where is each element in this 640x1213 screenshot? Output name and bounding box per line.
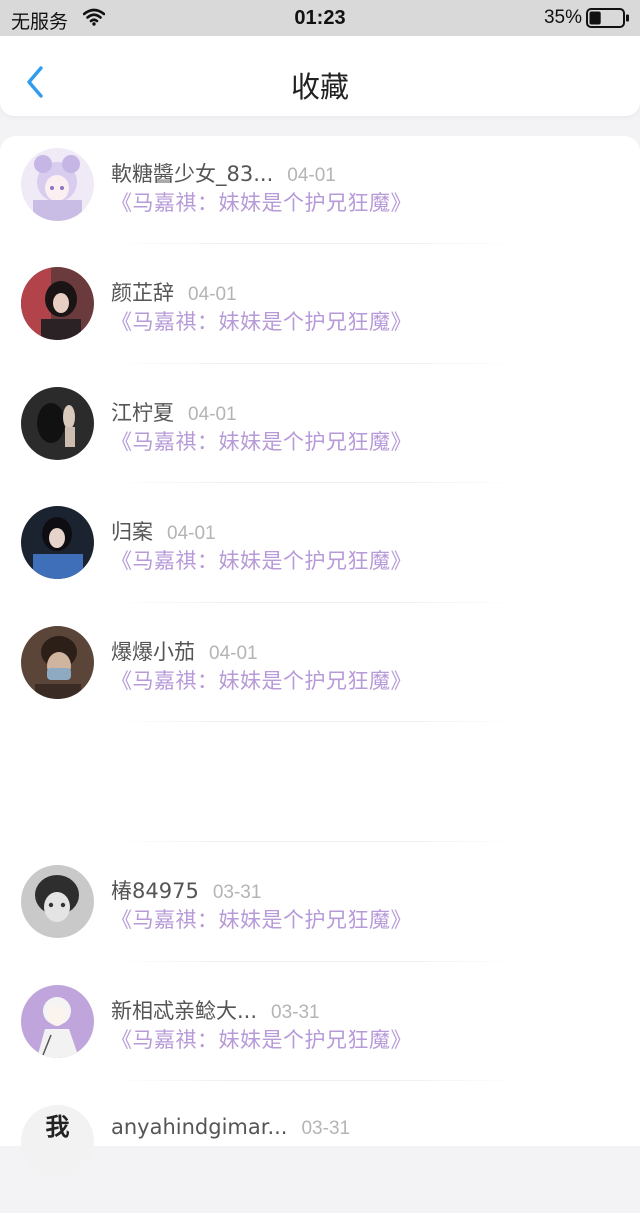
favorite-item[interactable]: 归案 04-01 《马嘉祺：妹妹是个护兄狂魔》 <box>0 494 640 614</box>
divider <box>110 841 520 842</box>
date: 03-31 <box>212 882 262 903</box>
favorite-item[interactable]: 軟糖醬少女_83... 04-01 《马嘉祺：妹妹是个护兄狂魔》 <box>0 136 640 256</box>
battery-percentage: 35% <box>543 7 582 28</box>
user-name-text: 颜芷辞 <box>111 281 174 305</box>
user-name-text: 归案 <box>111 520 153 544</box>
page-title: 收藏 <box>290 70 349 104</box>
user-name: 軟糖醬少女_83... 04-01 <box>111 158 336 188</box>
date: 04-01 <box>188 404 237 425</box>
user-name: 归案 04-01 <box>111 516 216 546</box>
avatar[interactable] <box>21 626 94 699</box>
battery-icon <box>586 8 629 28</box>
date: 03-31 <box>271 1002 320 1023</box>
user-name: 椿84975 03-31 <box>111 875 261 905</box>
status-bar: 无服务 01:23 35% <box>0 0 640 36</box>
avatar[interactable] <box>21 148 94 221</box>
avatar[interactable]: 我 <box>21 1105 94 1178</box>
favorite-item[interactable]: 爆爆小茄 04-01 《马嘉祺：妹妹是个护兄狂魔》 <box>0 614 640 734</box>
user-name: 颜芷辞 04-01 <box>111 277 237 307</box>
favorite-item[interactable]: 江柠夏 04-01 《马嘉祺：妹妹是个护兄狂魔》 <box>0 375 640 495</box>
story-title[interactable]: 《马嘉祺：妹妹是个护兄狂魔》 <box>111 665 412 695</box>
favorites-list: 軟糖醬少女_83... 04-01 《马嘉祺：妹妹是个护兄狂魔》 颜芷辞 04-01… <box>0 136 640 1178</box>
favorite-item[interactable]: 新相忒亲鲶大... 03-31 《马嘉祺：妹妹是个护兄狂魔》 <box>0 973 640 1093</box>
story-title[interactable]: 《马嘉祺：妹妹是个护兄狂魔》 <box>111 904 412 934</box>
story-title[interactable]: 《马嘉祺：妹妹是个护兄狂魔》 <box>111 187 412 217</box>
avatar[interactable] <box>21 506 94 579</box>
user-name-text: 爆爆小茄 <box>111 640 195 664</box>
date: 03-31 <box>301 1118 351 1139</box>
story-title[interactable]: 《马嘉祺：妹妹是个护兄狂魔》 <box>111 306 412 336</box>
story-title[interactable]: 《马嘉祺：妹妹是个护兄狂魔》 <box>111 426 412 456</box>
avatar[interactable] <box>21 387 94 460</box>
user-name-text: anyahindgimar... <box>111 1115 288 1139</box>
user-name-text: 江柠夏 <box>111 401 174 425</box>
avatar[interactable] <box>21 985 94 1058</box>
date: 04-01 <box>287 165 336 186</box>
story-title[interactable]: 《马嘉祺：妹妹是个护兄狂魔》 <box>111 1024 412 1054</box>
user-name-text: 軟糖醬少女_83... <box>111 162 274 186</box>
user-name-text: 新相忒亲鲶大... <box>111 999 258 1023</box>
user-name: 江柠夏 04-01 <box>111 397 237 427</box>
date: 04-01 <box>167 523 216 544</box>
user-name: 爆爆小茄 04-01 <box>111 636 258 666</box>
user-name-text: 椿84975 <box>111 879 199 903</box>
favorite-item[interactable]: 颜芷辞 04-01 《马嘉祺：妹妹是个护兄狂魔》 <box>0 255 640 375</box>
user-name: anyahindgimar... 03-31 <box>111 1115 350 1140</box>
story-title[interactable]: 《马嘉祺：妹妹是个护兄狂魔》 <box>111 545 412 575</box>
avatar[interactable] <box>21 865 94 938</box>
date: 04-01 <box>188 284 237 305</box>
favorite-item[interactable]: 我 anyahindgimar... 03-31 <box>0 1093 640 1213</box>
header-bar: 收藏 <box>0 36 640 116</box>
user-name: 新相忒亲鲶大... 03-31 <box>111 995 320 1025</box>
avatar[interactable] <box>21 267 94 340</box>
favorite-item[interactable]: 椿84975 03-31 《马嘉祺：妹妹是个护兄狂魔》 <box>0 853 640 973</box>
date: 04-01 <box>209 643 258 664</box>
